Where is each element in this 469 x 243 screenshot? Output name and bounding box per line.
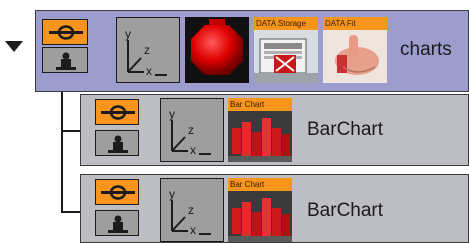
red-ball-icon [191,19,243,75]
svg-text:y: y [169,187,175,201]
data-fit-thumbnail[interactable]: DATA Fit [323,17,387,83]
svg-text:x: x [190,143,196,157]
lock-person-icon [108,135,128,153]
data-fit-caption: DATA Fit [323,17,387,30]
svg-text:z: z [144,43,150,57]
lock-button[interactable] [95,210,139,236]
tree-node-barchart-2[interactable]: y z x Bar Chart BarChart [80,174,469,243]
svg-text:y: y [169,107,175,121]
active-toggle-icon [49,25,83,40]
red-ball-thumbnail[interactable] [185,17,249,83]
svg-text:x: x [146,64,152,78]
axis-xyz-icon: y z x [169,187,211,237]
lock-person-icon [56,52,76,70]
svg-text:y: y [125,27,131,41]
lock-person-icon [108,215,128,233]
axis-button[interactable]: y z x [160,178,224,242]
active-toggle-button[interactable] [42,19,88,45]
axis-button[interactable]: y z x [160,98,224,162]
tree-node-barchart-1[interactable]: y z x Bar Chart BarChart [80,94,469,166]
tree-node-charts[interactable]: y z x DATA Storage DATA Fit charts [35,10,469,92]
lock-button[interactable] [42,47,88,73]
bar-chart-caption: Bar Chart [228,178,292,191]
active-toggle-button[interactable] [95,179,139,205]
tree-connector-branch-2 [61,211,80,213]
active-toggle-icon [101,105,135,120]
axis-xyz-icon: y z x [125,27,167,78]
active-toggle-icon [101,185,135,200]
svg-text:z: z [188,123,194,137]
expand-collapse-icon[interactable] [3,38,25,54]
node-label-barchart: BarChart [307,200,384,221]
node-label-barchart: BarChart [307,119,384,140]
axis-button[interactable]: y z x [116,17,180,83]
active-toggle-button[interactable] [95,99,139,125]
bar-chart-thumbnail[interactable]: Bar Chart [228,178,292,242]
svg-text:x: x [190,223,196,237]
node-label-charts: charts [400,39,452,60]
data-storage-thumbnail[interactable]: DATA Storage [254,17,318,83]
data-storage-caption: DATA Storage [254,17,318,30]
tree-connector-branch-1 [61,130,80,132]
axis-xyz-icon: y z x [169,107,211,157]
svg-text:z: z [188,203,194,217]
tree-connector-vertical [61,92,63,213]
bar-chart-thumbnail[interactable]: Bar Chart [228,98,292,162]
bar-chart-caption: Bar Chart [228,98,292,111]
lock-button[interactable] [95,130,139,156]
